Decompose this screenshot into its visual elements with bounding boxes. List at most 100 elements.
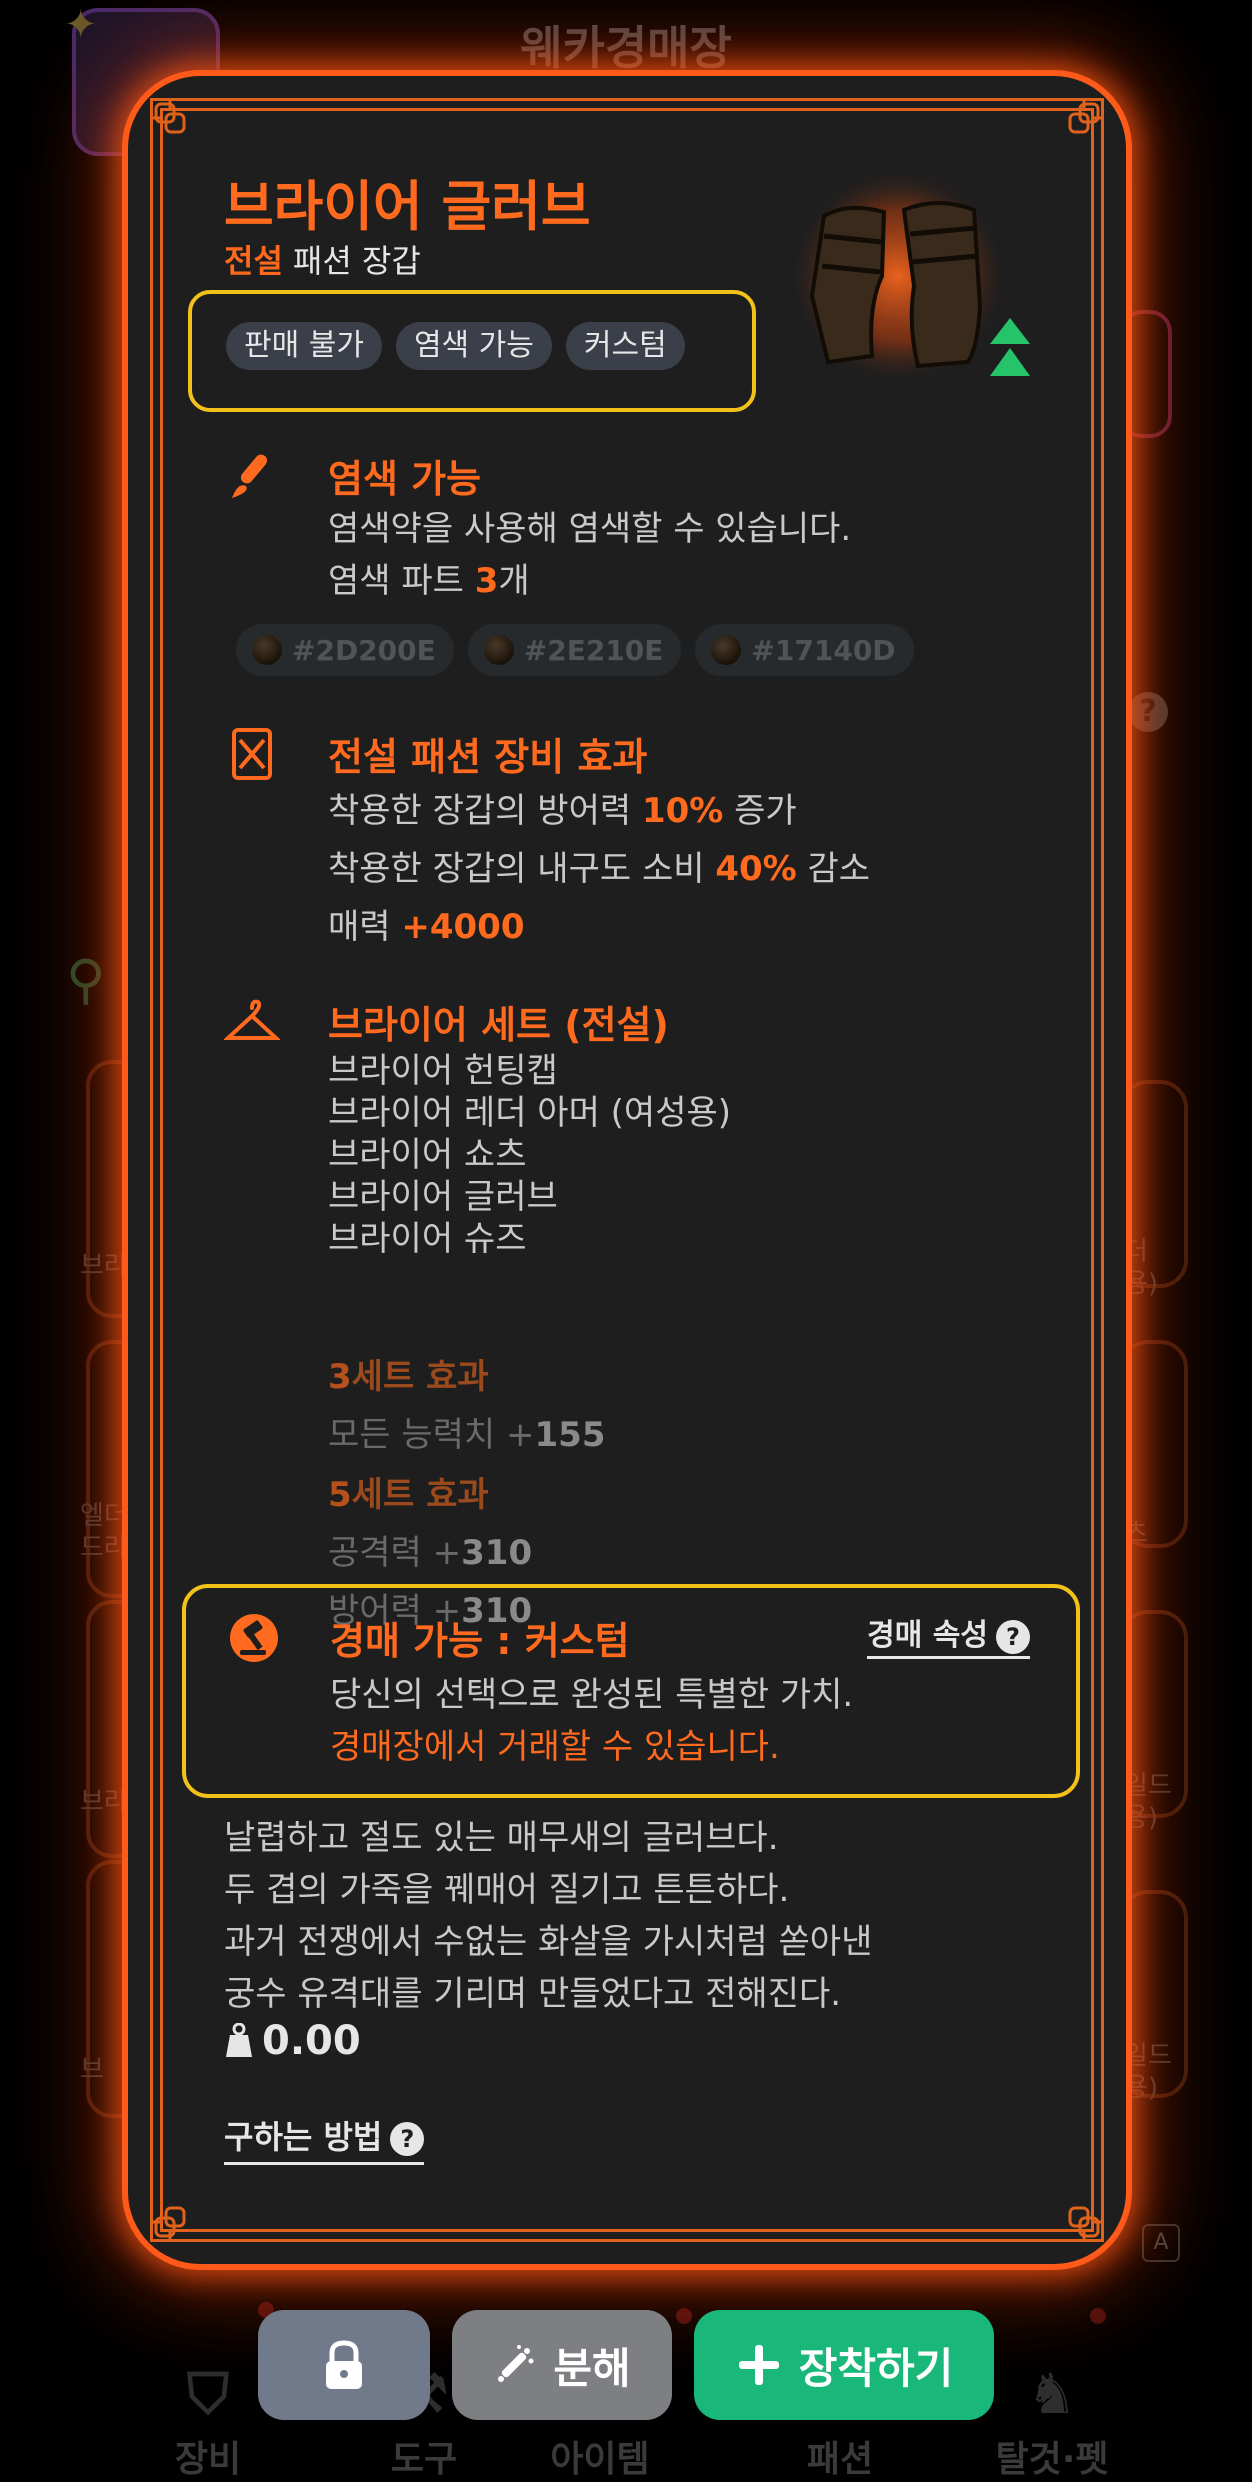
nav-tab-label: 도구 (390, 2439, 458, 2480)
dye-color-code: #2D200E (292, 633, 436, 667)
dye-parts-prefix: 염색 파트 (328, 561, 475, 601)
auction-highlight-box: 경매 가능 : 커스텀 경매 속성? 당신의 선택으로 완성된 특별한 가치. … (182, 1584, 1080, 1798)
auction-line-highlight: 경매장에서 거래할 수 있습니다. (330, 1727, 780, 1767)
effect-text: 매력 (328, 907, 402, 947)
auction-attribute-link[interactable]: 경매 속성? (867, 1610, 1030, 1659)
dye-brush-icon (224, 448, 280, 504)
set-section: 브라이어 세트 (전설) 브라이어 헌팅캡 브라이어 레더 아머 (여성용) 브… (222, 994, 1066, 1631)
stat-value: 155 (534, 1415, 606, 1455)
fashion-effect-title: 전설 패션 장비 효과 (328, 735, 648, 779)
how-to-get-link[interactable]: 구하는 방법? (224, 2112, 425, 2165)
item-type: 전설 패션 장갑 (224, 236, 421, 282)
dye-parts-count: 3 (474, 561, 499, 601)
dye-color-code: #2E210E (523, 633, 664, 667)
set-piece: 브라이어 헌팅캡 (328, 1051, 558, 1091)
item-category: 패션 장갑 (292, 242, 421, 280)
tag-custom: 커스텀 (565, 322, 685, 370)
set-effect-count: 3 (328, 1357, 352, 1397)
description-line: 궁수 유격대를 기리며 만들었다고 전해진다. (224, 1974, 842, 2014)
set-effect-3-header: 3세트 효과 (328, 1352, 489, 1402)
fashion-effect-line: 착용한 장갑의 방어력 10% 증가 (328, 786, 797, 836)
dye-color-chip[interactable]: #2E210E (467, 624, 682, 676)
stat-name: 공격력 + (328, 1533, 462, 1573)
list-slot-label: 브 (80, 2055, 104, 2085)
auction-hammer-icon (226, 1610, 282, 1666)
equip-button[interactable]: 장착하기 (694, 2310, 994, 2420)
item-detail-card: 브라이어 글러브 전설 패션 장갑 판매 불가 염색 가능 커스텀 염색 가능 … (128, 76, 1126, 2264)
set-effect-label: 세트 효과 (351, 1475, 489, 1515)
notification-dot (1090, 2308, 1106, 2324)
list-slot-label: 일드 용) (1124, 2041, 1172, 2103)
hanger-icon (222, 994, 282, 1050)
set-effect-count: 5 (328, 1475, 352, 1515)
corner-knot-icon (1060, 2198, 1108, 2246)
equip-label: 장착하기 (798, 2343, 954, 2393)
effect-value: 10% (641, 791, 724, 831)
glove-item-image (788, 156, 1008, 396)
dye-parts-suffix: 개 (498, 561, 530, 601)
dye-ball-icon (483, 635, 514, 665)
dye-description: 염색약을 사용해 염색할 수 있습니다. (328, 509, 852, 549)
item-weight: 0.00 (224, 2018, 361, 2064)
set-piece: 브라이어 글러브 (328, 1177, 558, 1217)
dye-color-chip[interactable]: #2D200E (236, 624, 454, 676)
help-icon: ? (996, 1619, 1030, 1654)
dye-section: 염색 가능 염색약을 사용해 염색할 수 있습니다. 염색 파트 3개 (224, 448, 1066, 618)
disassemble-icon (498, 2345, 534, 2382)
effect-value: +4000 (401, 907, 525, 947)
description-line: 두 겹의 가죽을 꿰매어 질기고 튼튼하다. (224, 1870, 790, 1910)
nav-tab-label: 탈것·펫 (995, 2439, 1109, 2480)
stat-name: 모든 능력치 + (328, 1415, 535, 1455)
corner-knot-icon (146, 94, 194, 142)
star-icon: ✦ (64, 2, 98, 48)
auction-line: 당신의 선택으로 완성된 특별한 가치. (330, 1675, 854, 1715)
list-slot-label: 브라 (80, 1251, 128, 1281)
side-tab-handle[interactable] (1120, 310, 1172, 438)
item-name: 브라이어 글러브 (224, 175, 591, 238)
nav-tab-mounts-pets[interactable]: ♞ 탈것·펫 (972, 2360, 1132, 2482)
set-effect-5-header: 5세트 효과 (328, 1470, 489, 1520)
effect-value: 40% (715, 849, 797, 889)
dye-parts: 염색 파트 3개 (328, 556, 530, 606)
weight-value: 0.00 (262, 2018, 361, 2064)
how-to-get-label: 구하는 방법 (224, 2118, 383, 2156)
plus-icon (738, 2345, 779, 2385)
effect-text: 증가 (723, 791, 797, 831)
set-piece: 브라이어 슈즈 (328, 1219, 527, 1259)
notification-dot (676, 2308, 692, 2324)
fashion-card-icon (224, 726, 280, 782)
set-effect-label: 세트 효과 (351, 1357, 489, 1397)
fashion-effect-line: 착용한 장갑의 내구도 소비 40% 감소 (328, 844, 870, 894)
help-icon[interactable]: ? (1128, 692, 1168, 732)
corner-knot-icon (1060, 94, 1108, 142)
dye-ball-icon (252, 635, 282, 665)
set-piece: 브라이어 쇼츠 (328, 1135, 527, 1175)
effect-text: 감소 (796, 849, 871, 889)
nav-tab-label: 패션 (806, 2439, 874, 2480)
dye-ball-icon (711, 635, 742, 665)
list-slot-label: 더 용) (1124, 1237, 1159, 1299)
lock-button[interactable] (258, 2310, 430, 2420)
tag-highlight-box: 판매 불가 염색 가능 커스텀 (188, 290, 756, 412)
dye-color-chip[interactable]: #17140D (695, 624, 914, 676)
nav-tab-label: 장비 (174, 2439, 242, 2480)
list-slot-label: 츠 (1124, 1519, 1148, 1549)
description-line: 과거 전쟁에서 수없는 화살을 가시처럼 쏟아낸 (224, 1922, 873, 1962)
disassemble-button[interactable]: 분해 (452, 2310, 672, 2420)
list-slot[interactable] (1120, 1340, 1188, 1548)
list-slot-label: 엘더 드라 (80, 1501, 128, 1563)
lock-icon (326, 2340, 362, 2389)
tag-dyeable: 염색 가능 (395, 322, 552, 370)
dye-color-list: #2D200E #2E210E #17140D (236, 624, 914, 676)
set-piece-list: 브라이어 헌팅캡 브라이어 레더 아머 (여성용) 브라이어 쇼츠 브라이어 글… (328, 1050, 731, 1260)
pet-icon: ♞ (1026, 2362, 1078, 2427)
tag-not-sellable: 판매 불가 (226, 322, 382, 370)
help-icon: ? (390, 2122, 425, 2156)
item-description: 날렵하고 절도 있는 매무새의 글러브다. 두 겹의 가죽을 꿰매어 질기고 튼… (224, 1812, 872, 2020)
effect-text: 착용한 장갑의 방어력 (328, 791, 642, 831)
nav-tab-label: 아이템 (550, 2439, 650, 2480)
dye-color-code: #17140D (751, 633, 896, 667)
set-effect-stat: 모든 능력치 +155 (328, 1410, 606, 1460)
set-title: 브라이어 세트 (전설) (328, 1003, 669, 1047)
search-icon[interactable]: ⚲ (66, 948, 106, 1011)
